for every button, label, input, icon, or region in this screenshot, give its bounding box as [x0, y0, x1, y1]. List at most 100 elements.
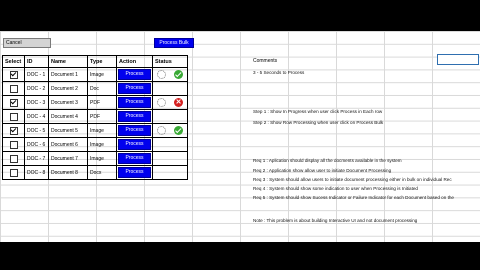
action-cell: Process	[116, 109, 153, 125]
spreadsheet-sheet: Cancel Process Bulk Comments 3 - 5 Secon…	[0, 31, 480, 242]
success-check-icon	[174, 70, 183, 80]
failure-x-icon: ✕	[174, 98, 183, 108]
action-cell: Process	[116, 123, 153, 139]
documents-table: Select ID Name Type Action Status DOC - …	[2, 54, 188, 181]
select-cell	[2, 67, 25, 83]
select-cell	[2, 123, 25, 139]
header-action: Action	[116, 54, 153, 69]
status-cell	[152, 151, 188, 167]
select-cell	[2, 165, 25, 181]
table-row: DOC - 7 Document 7 Image Process	[2, 151, 188, 167]
table-row: DOC - 3 Document 3 PDF Process ✕	[2, 95, 188, 111]
status-cell	[152, 67, 188, 83]
loading-spinner-icon	[157, 98, 166, 108]
action-cell: Process	[116, 67, 153, 83]
table-row: DOC - 5 Document 5 Image Process	[2, 123, 188, 139]
type-cell: Image	[87, 151, 117, 167]
table-row: DOC - 4 Document 4 PDF Process	[2, 109, 188, 125]
success-check-icon	[174, 126, 183, 136]
req-2-note: Req 2 : Application show allow user to i…	[253, 168, 392, 173]
row-checkbox[interactable]	[9, 126, 18, 135]
req-1-note: Req 1 : Aplication should display all th…	[253, 158, 402, 163]
row-checkbox[interactable]	[9, 112, 18, 121]
status-indicator	[153, 153, 187, 164]
type-cell: Image	[87, 67, 117, 83]
header-status: Status	[152, 54, 188, 69]
table-row: DOC - 6 Document 6 Image Process	[2, 137, 188, 153]
status-indicator	[153, 139, 187, 150]
header-name: Name	[48, 54, 88, 69]
name-cell: Document 8	[48, 165, 88, 181]
id-cell: DOC - 6	[24, 137, 49, 153]
name-cell: Document 6	[48, 137, 88, 153]
action-cell: Process	[116, 151, 153, 167]
timing-note: 3 - 5 Seconds to Process	[253, 70, 305, 75]
status-cell	[152, 137, 188, 153]
process-button[interactable]: Process	[118, 153, 151, 165]
row-checkbox[interactable]	[9, 84, 18, 93]
status-indicator: ✕	[153, 97, 187, 108]
process-button[interactable]: Process	[118, 83, 151, 95]
process-button[interactable]: Process	[118, 69, 151, 81]
process-button[interactable]: Process	[118, 97, 151, 109]
id-cell: DOC - 1	[24, 67, 49, 83]
name-cell: Document 7	[48, 151, 88, 167]
action-cell: Process	[116, 137, 153, 153]
type-cell: Image	[87, 137, 117, 153]
step-1-note: Step 1 : Show In Progress when user clic…	[253, 109, 383, 114]
id-cell: DOC - 7	[24, 151, 49, 167]
header-type: Type	[87, 54, 117, 69]
select-cell	[2, 81, 25, 97]
action-cell: Process	[116, 95, 153, 111]
footer-note: Note : This problem is about building In…	[253, 218, 418, 223]
name-cell: Document 2	[48, 81, 88, 97]
status-cell	[152, 109, 188, 125]
process-button[interactable]: Process	[118, 167, 151, 179]
type-cell: PDF	[87, 109, 117, 125]
status-cell: ✕	[152, 95, 188, 111]
type-cell: PDF	[87, 95, 117, 111]
id-cell: DOC - 2	[24, 81, 49, 97]
id-cell: DOC - 3	[24, 95, 49, 111]
status-cell	[152, 123, 188, 139]
step-2-note: Step 2 : Show Row Processing when user c…	[253, 120, 384, 125]
header-id: ID	[24, 54, 49, 69]
type-cell: Doc	[87, 81, 117, 97]
id-cell: DOC - 5	[24, 123, 49, 139]
req-4-note: Req 4 : System should show some indicati…	[253, 186, 418, 191]
status-indicator	[153, 111, 187, 122]
status-cell	[152, 81, 188, 97]
comments-label: Comments	[253, 58, 278, 64]
select-cell	[2, 151, 25, 167]
row-checkbox[interactable]	[9, 168, 18, 177]
process-bulk-button[interactable]: Process Bulk	[154, 38, 194, 48]
row-checkbox[interactable]	[9, 70, 18, 79]
type-cell: Image	[87, 123, 117, 139]
req-5-note: Req 5 : System should show Sucess Indica…	[253, 195, 454, 200]
action-cell: Process	[116, 81, 153, 97]
name-cell: Document 1	[48, 67, 88, 83]
status-indicator	[153, 69, 187, 80]
id-cell: DOC - 8	[24, 165, 49, 181]
row-checkbox[interactable]	[9, 140, 18, 149]
process-button[interactable]: Process	[118, 139, 151, 151]
process-button[interactable]: Process	[118, 111, 151, 123]
process-button[interactable]: Process	[118, 125, 151, 137]
row-checkbox[interactable]	[9, 154, 18, 163]
status-indicator	[153, 83, 187, 94]
id-cell: DOC - 4	[24, 109, 49, 125]
table-body: DOC - 1 Document 1 Image Process DOC - 2 Docu…	[2, 67, 188, 181]
row-checkbox[interactable]	[9, 98, 18, 107]
action-cell: Process	[116, 165, 153, 181]
comments-cell[interactable]	[437, 54, 479, 65]
req-3-note: Req 3 : System should allow users to ini…	[253, 177, 452, 182]
name-cell: Document 4	[48, 109, 88, 125]
name-cell: Document 3	[48, 95, 88, 111]
status-indicator	[153, 125, 187, 136]
table-row: DOC - 1 Document 1 Image Process	[2, 67, 188, 83]
header-select: Select	[2, 54, 25, 69]
loading-spinner-icon	[157, 126, 166, 136]
table-row: DOC - 2 Document 2 Doc Process	[2, 81, 188, 97]
cancel-button[interactable]: Cancel	[3, 38, 51, 48]
table-row: DOC - 8 Document 8 Docx Process	[2, 165, 188, 181]
